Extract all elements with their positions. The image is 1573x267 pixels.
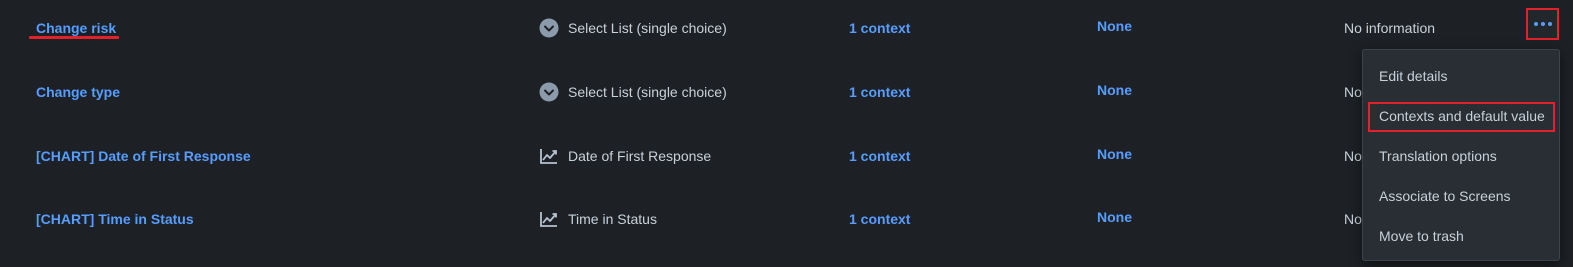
field-name-link[interactable]: Change risk <box>36 20 116 36</box>
menu-item-contexts-default-value[interactable]: Contexts and default value <box>1363 96 1559 136</box>
last-used-text: No information <box>1344 20 1436 36</box>
last-used-cell: No <box>1344 64 1362 120</box>
screens-link[interactable]: None <box>1097 82 1132 98</box>
contexts-link[interactable]: 1 context <box>849 211 910 227</box>
contexts-link[interactable]: 1 context <box>849 20 910 36</box>
field-type-label: Time in Status <box>568 211 657 227</box>
field-type-label: Select List (single choice) <box>568 20 727 36</box>
more-actions-button[interactable] <box>1526 8 1559 40</box>
last-used-text: No <box>1344 211 1362 227</box>
field-type-label: Date of First Response <box>568 148 712 164</box>
actions-menu: Edit details Contexts and default value … <box>1362 49 1560 261</box>
menu-item-label: Move to trash <box>1379 228 1464 244</box>
chart-icon <box>539 146 559 166</box>
table-row: [CHART] Time in Status Time in Status 1 … <box>0 191 1573 255</box>
screens-link[interactable]: None <box>1097 146 1132 162</box>
field-type-label: Select List (single choice) <box>568 84 727 100</box>
annotation-underline <box>29 36 119 39</box>
field-type-cell: Select List (single choice) <box>539 0 727 56</box>
field-name-link[interactable]: [CHART] Time in Status <box>36 211 194 227</box>
contexts-link[interactable]: 1 context <box>849 148 910 164</box>
field-name-link[interactable]: Change type <box>36 84 120 100</box>
last-used-cell: No <box>1344 191 1362 247</box>
chart-icon <box>539 209 559 229</box>
screens-cell: None <box>1097 62 1132 118</box>
field-name-cell: Change type <box>36 64 120 120</box>
field-type-cell: Date of First Response <box>539 128 711 184</box>
menu-item-associate-screens[interactable]: Associate to Screens <box>1363 176 1559 216</box>
field-type-cell: Select List (single choice) <box>539 64 727 120</box>
last-used-cell: No information <box>1344 0 1435 56</box>
menu-item-label: Edit details <box>1379 68 1448 84</box>
contexts-cell: 1 context <box>849 191 910 247</box>
table-row: Change type Select List (single choice) … <box>0 64 1573 128</box>
screens-link[interactable]: None <box>1097 18 1132 34</box>
screens-link[interactable]: None <box>1097 209 1132 225</box>
contexts-cell: 1 context <box>849 0 910 56</box>
select-list-icon <box>539 82 559 102</box>
last-used-cell: No <box>1344 128 1362 184</box>
field-name-cell: [CHART] Date of First Response <box>36 128 251 184</box>
select-list-icon <box>539 18 559 38</box>
menu-item-label: Contexts and default value <box>1379 108 1545 124</box>
contexts-cell: 1 context <box>849 64 910 120</box>
contexts-link[interactable]: 1 context <box>849 84 910 100</box>
field-name-cell: Change risk <box>36 0 116 56</box>
menu-item-translation-options[interactable]: Translation options <box>1363 136 1559 176</box>
menu-item-label: Associate to Screens <box>1379 188 1511 204</box>
more-dots-icon <box>1533 22 1552 26</box>
menu-item-edit-details[interactable]: Edit details <box>1363 56 1559 96</box>
screens-cell: None <box>1097 0 1132 54</box>
field-name-cell: [CHART] Time in Status <box>36 191 194 247</box>
menu-item-label: Translation options <box>1379 148 1497 164</box>
table-row: [CHART] Date of First Response Date of F… <box>0 128 1573 192</box>
last-used-text: No <box>1344 148 1362 164</box>
screens-cell: None <box>1097 126 1132 182</box>
field-name-link[interactable]: [CHART] Date of First Response <box>36 148 251 164</box>
screens-cell: None <box>1097 189 1132 245</box>
last-used-text: No <box>1344 84 1362 100</box>
contexts-cell: 1 context <box>849 128 910 184</box>
menu-item-move-to-trash[interactable]: Move to trash <box>1363 216 1559 256</box>
table-row: Change risk Select List (single choice) … <box>0 0 1573 64</box>
custom-fields-table: Change risk Select List (single choice) … <box>0 0 1573 267</box>
field-type-cell: Time in Status <box>539 191 657 247</box>
